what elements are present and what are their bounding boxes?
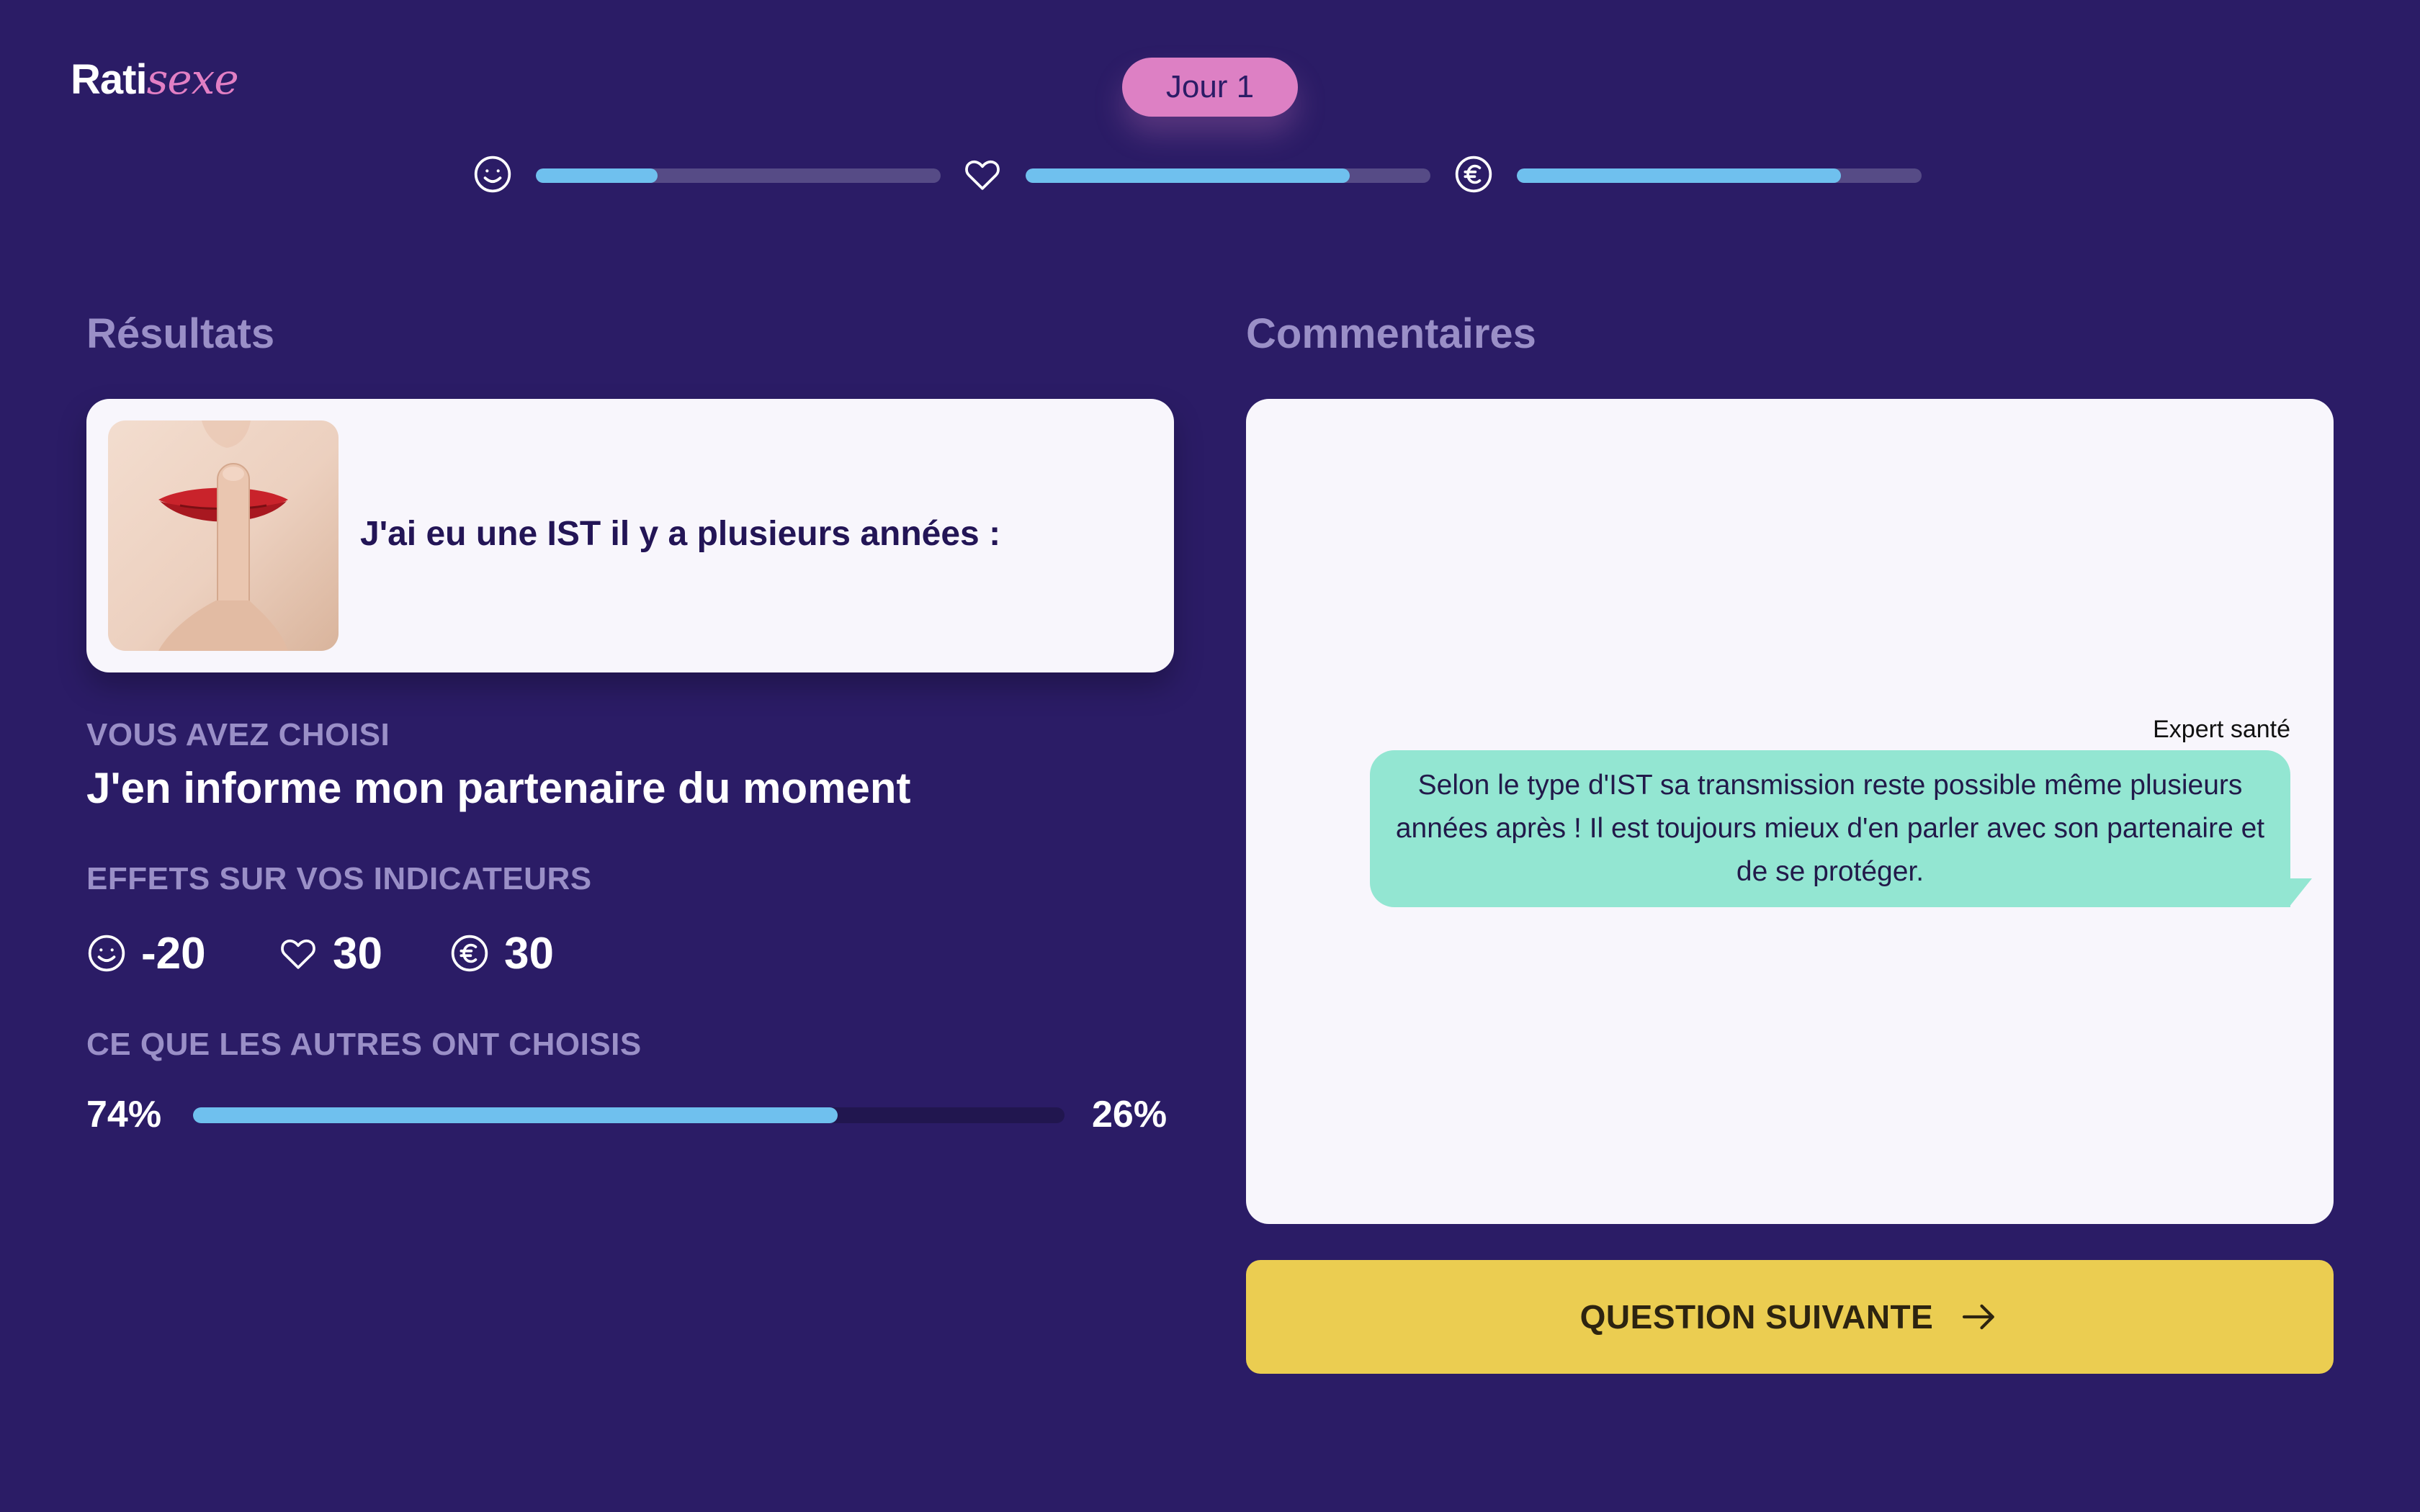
results-title: Résultats: [86, 310, 275, 357]
smiley-icon: [474, 156, 511, 193]
question-image: [108, 420, 339, 651]
arrow-right-icon: [1963, 1304, 1995, 1330]
effects-label: EFFETS SUR VOS INDICATEURS: [86, 861, 592, 896]
logo-part-2: sexe: [146, 55, 239, 104]
next-question-label: QUESTION SUIVANTE: [1579, 1298, 1934, 1336]
others-label: CE QUE LES AUTRES ONT CHOISIS: [86, 1027, 642, 1062]
others-right-percent: 26%: [1092, 1094, 1168, 1135]
indicator-smiley-fill: [536, 168, 658, 183]
others-distribution-bar: [193, 1107, 1065, 1123]
comment-speaker: Expert santé: [2153, 716, 2290, 743]
others-left-percent: 74%: [86, 1094, 162, 1135]
others-distribution-fill: [193, 1107, 838, 1123]
euro-icon: [1455, 156, 1492, 193]
indicator-heart-fill: [1026, 168, 1350, 183]
effect-smiley: -20: [86, 924, 206, 982]
chosen-answer: J'en informe mon partenaire du moment: [86, 764, 911, 812]
comment-message: Selon le type d'IST sa transmission rest…: [1395, 770, 2265, 887]
comment-bubble-tail: [2289, 878, 2312, 907]
effect-heart-value: 30: [333, 928, 382, 978]
indicator-euro-fill: [1517, 168, 1841, 183]
next-question-button[interactable]: QUESTION SUIVANTE: [1246, 1260, 2334, 1374]
effect-euro-value: 30: [504, 928, 554, 978]
choice-label: VOUS AVEZ CHOISI: [86, 717, 390, 752]
comments-card: Expert santé Selon le type d'IST sa tran…: [1246, 399, 2334, 1224]
indicator-heart-track: [1026, 168, 1430, 183]
app-logo[interactable]: Ratisexe: [71, 55, 239, 104]
heart-icon: [965, 160, 1000, 190]
comment-bubble: Selon le type d'IST sa transmission rest…: [1370, 750, 2290, 907]
indicator-euro-track: [1517, 168, 1922, 183]
day-badge: Jour 1: [1122, 58, 1298, 117]
question-card: J'ai eu une IST il y a plusieurs années …: [86, 399, 1174, 672]
logo-part-1: Rati: [71, 56, 148, 103]
smiley-icon: [88, 935, 125, 972]
comments-title: Commentaires: [1246, 310, 1536, 357]
heart-icon: [281, 939, 315, 969]
effect-smiley-value: -20: [141, 928, 206, 978]
euro-icon: [451, 935, 488, 972]
indicator-smiley-track: [536, 168, 941, 183]
question-text: J'ai eu une IST il y a plusieurs années …: [360, 515, 1001, 553]
effect-heart: 30: [278, 924, 382, 982]
effect-euro: 30: [449, 924, 554, 982]
indicator-bar: [472, 154, 1922, 197]
